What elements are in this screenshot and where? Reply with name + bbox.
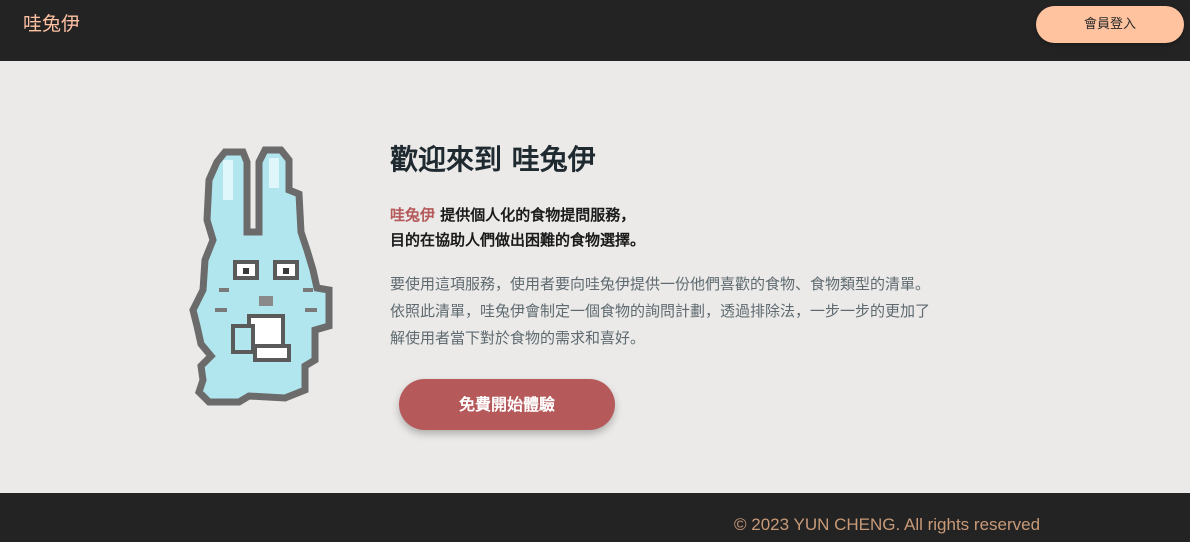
member-login-button[interactable]: 會員登入 (1036, 6, 1184, 43)
page-title: 歡迎來到 哇兔伊 (390, 143, 596, 176)
intro-text: 哇兔伊 提供個人化的食物提問服務， 目的在協助人們做出困難的食物選擇。 (390, 203, 645, 253)
brand-logo-text[interactable]: 哇兔伊 (23, 12, 80, 36)
intro-line1: 提供個人化的食物提問服務， (435, 206, 636, 224)
description-line: 依照此清單，哇兔伊會制定一個食物的詢問計劃，透過排除法，一步一步的更加了 (390, 302, 931, 320)
footer: © 2023 YUN CHENG. All rights reserved (0, 493, 1190, 542)
copyright-text: © 2023 YUN CHENG. All rights reserved (734, 515, 1041, 534)
pixel-rabbit-icon (189, 146, 333, 406)
service-description: 要使用這項服務，使用者要向哇兔伊提供一份他們喜歡的食物、食物類型的清單。 依照此… (390, 271, 1050, 352)
start-free-trial-button[interactable]: 免費開始體驗 (399, 379, 615, 430)
description-line: 要使用這項服務，使用者要向哇兔伊提供一份他們喜歡的食物、食物類型的清單。 (390, 275, 931, 293)
top-navbar: 哇兔伊 會員登入 (0, 0, 1190, 61)
description-line: 解使用者當下對於食物的需求和喜好。 (390, 329, 646, 347)
intro-line2: 目的在協助人們做出困難的食物選擇。 (390, 231, 646, 249)
intro-brand-highlight: 哇兔伊 (390, 206, 436, 224)
